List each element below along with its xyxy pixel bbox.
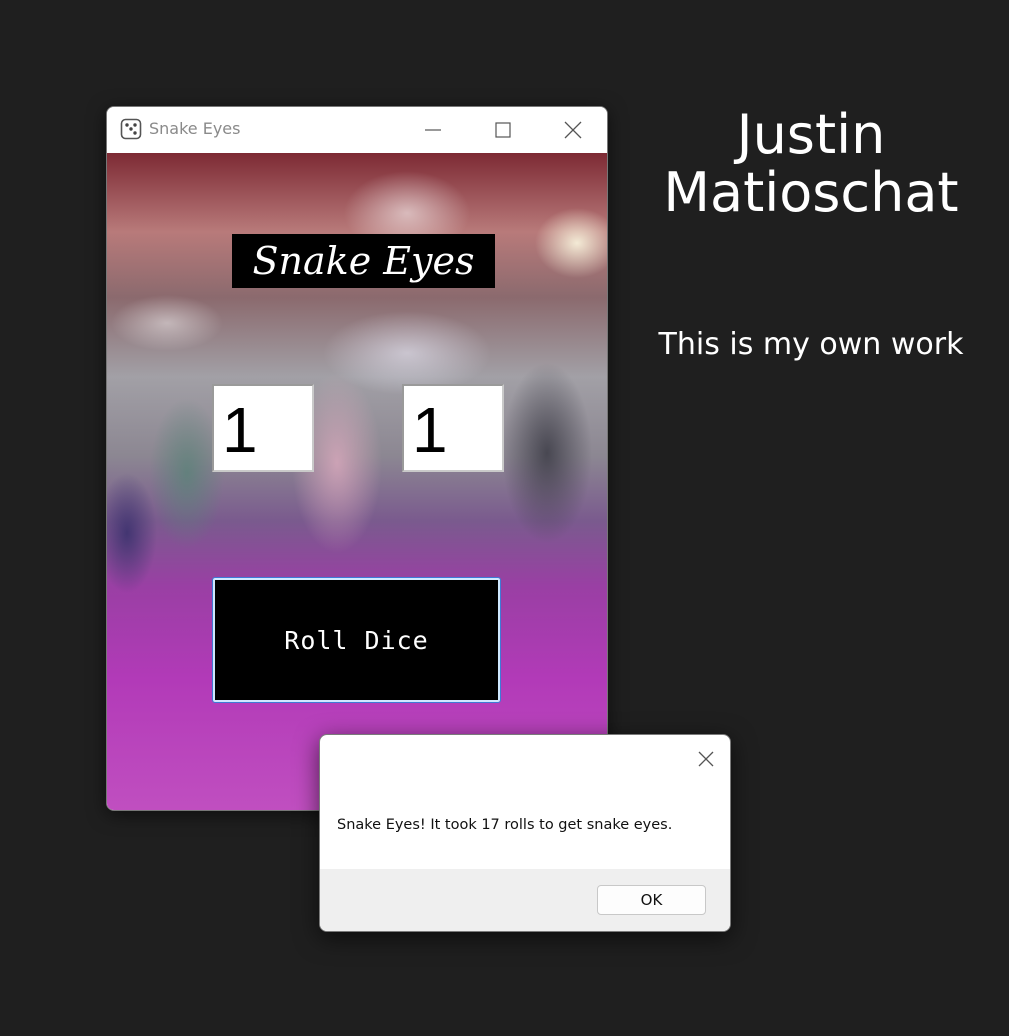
author-name: Justin Matioschat: [640, 106, 982, 222]
dialog-message: Snake Eyes! It took 17 rolls to get snak…: [337, 817, 673, 833]
close-button[interactable]: [538, 107, 607, 153]
title-bar[interactable]: Snake Eyes: [107, 107, 607, 153]
ok-button[interactable]: OK: [597, 885, 706, 915]
roll-dice-button[interactable]: Roll Dice: [212, 577, 501, 703]
author-first-name: Justin: [736, 103, 886, 166]
dice-icon: [120, 118, 142, 140]
window-title: Snake Eyes: [149, 119, 241, 138]
die-one-value: 1: [212, 384, 314, 472]
dialog-close-button[interactable]: [684, 743, 728, 775]
game-title-banner: Snake Eyes: [232, 234, 495, 288]
dialog-footer: OK: [320, 869, 730, 931]
maximize-button[interactable]: [468, 107, 538, 153]
minimize-icon: [425, 129, 441, 131]
maximize-icon: [495, 122, 511, 138]
close-icon: [564, 121, 582, 139]
die-two-value: 1: [402, 384, 504, 472]
author-last-name: Matioschat: [663, 161, 959, 224]
ownership-note: This is my own work: [658, 327, 964, 362]
app-client-area: Snake Eyes 1 1 Roll Dice: [107, 153, 607, 810]
snake-eyes-window: Snake Eyes Snake Eyes 1 1 Roll Dice: [106, 106, 608, 811]
close-icon: [698, 751, 714, 767]
result-dialog: Snake Eyes! It took 17 rolls to get snak…: [319, 734, 731, 932]
minimize-button[interactable]: [398, 107, 468, 153]
